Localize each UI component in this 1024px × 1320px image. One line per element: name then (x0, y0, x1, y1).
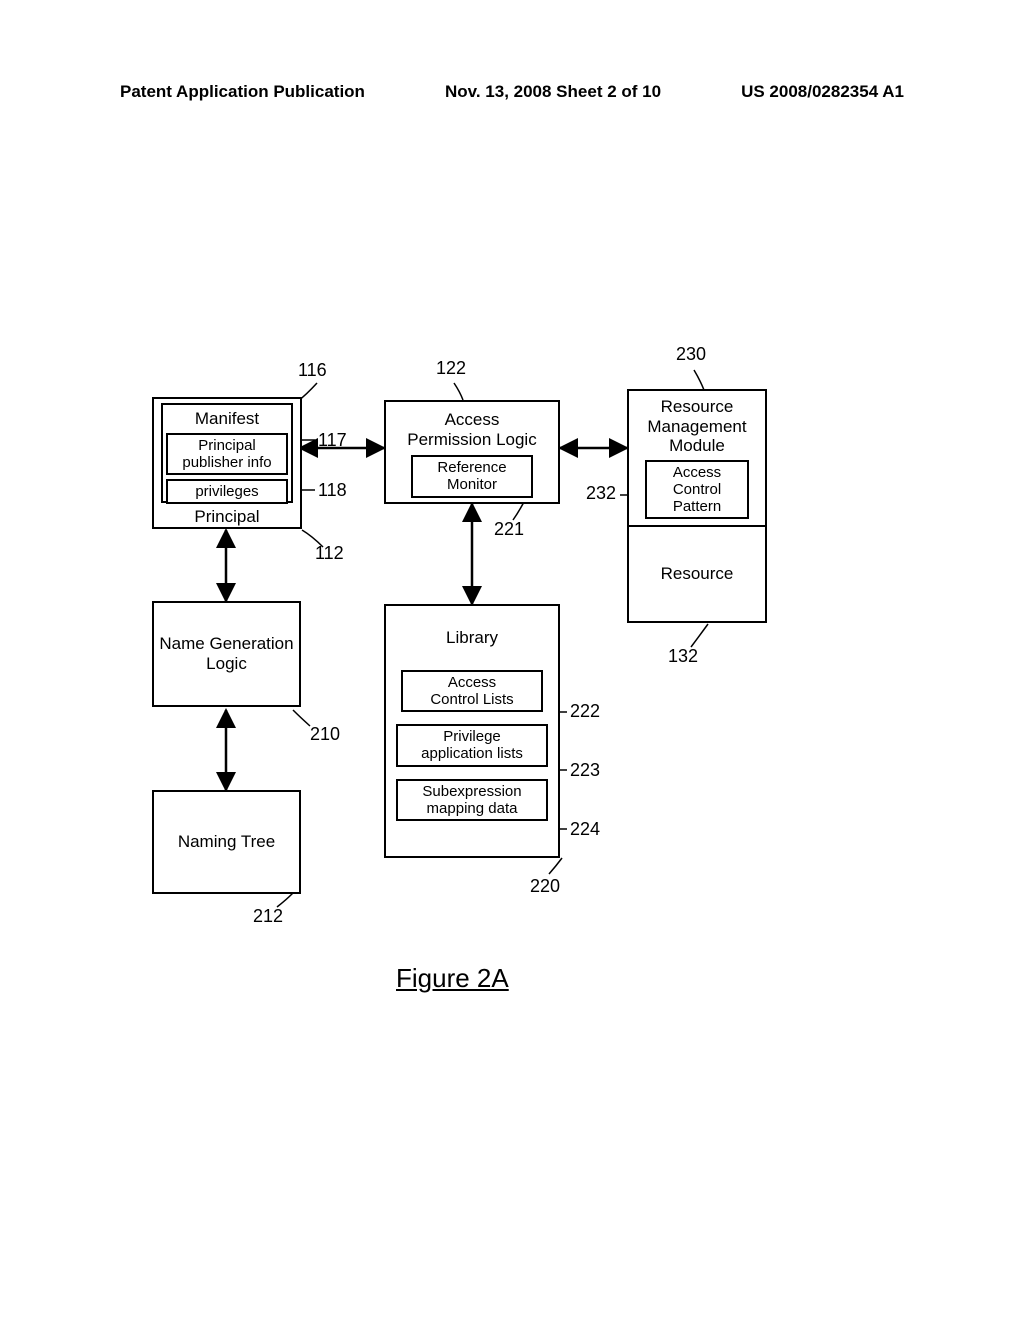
ref-221: 221 (494, 519, 524, 540)
ref-118: 118 (318, 480, 347, 501)
ref-230: 230 (676, 344, 706, 365)
box-principal-publisher-info: Principal publisher info (166, 433, 288, 476)
label-naming-tree: Naming Tree (178, 832, 275, 852)
ref-112: 112 (315, 543, 344, 564)
box-name-generation-logic: Name Generation Logic (152, 601, 301, 707)
ref-222: 222 (570, 701, 600, 722)
box-access-control-pattern: Access Control Pattern (645, 460, 749, 520)
ref-117: 117 (318, 430, 347, 451)
box-privileges: privileges (166, 479, 288, 504)
figure-caption: Figure 2A (396, 963, 509, 994)
label-apl: Access Permission Logic (407, 410, 536, 449)
box-subexpression-mapping-data: Subexpression mapping data (396, 779, 548, 822)
ref-212: 212 (253, 906, 283, 927)
page-header: Patent Application Publication Nov. 13, … (0, 82, 1024, 102)
box-principal: Manifest Principal publisher info privil… (152, 397, 302, 529)
box-manifest: Manifest Principal publisher info privil… (161, 403, 293, 503)
ref-210: 210 (310, 724, 340, 745)
box-reference-monitor: Reference Monitor (411, 455, 533, 498)
box-access-permission-logic: Access Permission Logic Reference Monito… (384, 400, 560, 504)
box-library: Library Access Control Lists Privilege a… (384, 604, 560, 858)
header-right: US 2008/0282354 A1 (741, 82, 904, 102)
ref-220: 220 (530, 876, 560, 897)
label-principal: Principal (194, 507, 259, 527)
ref-223: 223 (570, 760, 600, 781)
ref-232: 232 (586, 483, 616, 504)
header-center: Nov. 13, 2008 Sheet 2 of 10 (445, 82, 661, 102)
box-access-control-lists: Access Control Lists (401, 670, 543, 713)
label-library: Library (446, 628, 498, 648)
ref-116: 116 (298, 360, 327, 381)
header-left: Patent Application Publication (120, 82, 365, 102)
label-resource: Resource (661, 564, 734, 584)
ref-122: 122 (436, 358, 466, 379)
label-manifest: Manifest (195, 409, 259, 429)
ref-132: 132 (668, 646, 698, 667)
box-naming-tree: Naming Tree (152, 790, 301, 894)
label-rmm: Resource Management Module (647, 397, 746, 456)
ref-224: 224 (570, 819, 600, 840)
page: Patent Application Publication Nov. 13, … (0, 0, 1024, 1320)
box-resource-container: Resource Management Module Access Contro… (627, 389, 767, 623)
label-ngl: Name Generation Logic (159, 634, 293, 673)
box-privilege-application-lists: Privilege application lists (396, 724, 548, 767)
